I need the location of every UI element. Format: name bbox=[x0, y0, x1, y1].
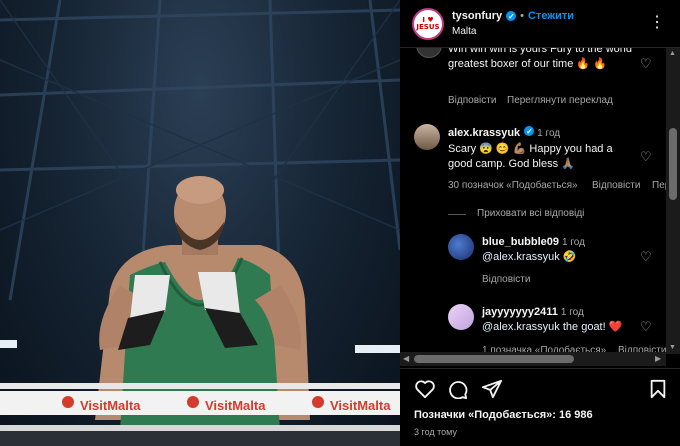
post-panel: I ♥ JESUS tysonfury • Стежити Malta ⋮ Wi… bbox=[400, 0, 680, 446]
boxer-photo: VisitMalta VisitMalta VisitMalta bbox=[0, 0, 400, 446]
separator-dot: • bbox=[520, 9, 524, 22]
reply-button[interactable]: Відповісти bbox=[482, 274, 530, 285]
header-text: tysonfury • Стежити Malta bbox=[452, 8, 574, 40]
save-icon[interactable] bbox=[649, 379, 667, 399]
comment-time: 1 год bbox=[537, 128, 561, 139]
comment-body: alex.krassyuk 1 год bbox=[448, 124, 638, 141]
banner-text-2: VisitMalta bbox=[205, 398, 266, 413]
like-heart-icon[interactable]: ♡ bbox=[640, 56, 652, 72]
verified-icon bbox=[506, 9, 517, 25]
translate-link[interactable]: Переглянути переклад bbox=[652, 180, 666, 191]
scroll-up-icon[interactable]: ▲ bbox=[669, 50, 676, 57]
post-photo[interactable]: VisitMalta VisitMalta VisitMalta bbox=[0, 0, 400, 446]
comments-list[interactable]: Win win win is yours Fury to the world g… bbox=[400, 48, 666, 354]
comment-time: 1 год bbox=[560, 307, 584, 318]
comment-text: Win win win is yours Fury to the world g… bbox=[448, 48, 632, 70]
reply-button[interactable]: Відповісти bbox=[448, 95, 496, 106]
reply-button[interactable]: Відповісти bbox=[592, 180, 640, 191]
replies-line bbox=[448, 214, 466, 215]
commenter-avatar[interactable] bbox=[448, 234, 474, 260]
author-username[interactable]: tysonfury bbox=[452, 8, 502, 24]
commenter-username[interactable]: jayyyyyyy2411 bbox=[482, 306, 558, 318]
like-heart-icon[interactable]: ♡ bbox=[640, 319, 652, 335]
comment-body: jayyyyyyy2411 1 год bbox=[482, 305, 652, 320]
commenter-avatar[interactable] bbox=[416, 48, 442, 58]
comment-time: 1 год bbox=[562, 237, 585, 248]
scroll-down-icon[interactable]: ▼ bbox=[669, 344, 676, 351]
like-heart-icon[interactable]: ♡ bbox=[640, 149, 652, 165]
commenter-avatar[interactable] bbox=[448, 304, 474, 330]
banner-text-1: VisitMalta bbox=[80, 398, 141, 413]
header-row: tysonfury • Стежити bbox=[452, 8, 574, 25]
commenter-avatar[interactable] bbox=[414, 124, 440, 150]
comment-body: blue_bubble09 1 год bbox=[482, 235, 642, 250]
commenter-username[interactable]: alex.krassyuk bbox=[448, 127, 520, 139]
share-icon[interactable] bbox=[481, 379, 503, 399]
more-options-icon[interactable]: ⋮ bbox=[649, 12, 666, 32]
location-link[interactable]: Malta bbox=[452, 24, 574, 40]
comment-text: Scary 😨 😊 💪🏽 Happy you had a good camp. … bbox=[448, 143, 613, 170]
like-icon[interactable] bbox=[414, 379, 436, 399]
post-likes-count[interactable]: Позначки «Подобається»: 16 986 bbox=[414, 409, 593, 421]
commenter-username[interactable]: blue_bubble09 bbox=[482, 236, 559, 248]
comment-text: @alex.krassyuk 🤣 bbox=[482, 251, 577, 263]
scroll-right-icon[interactable]: ▶ bbox=[655, 354, 661, 363]
comment-icon[interactable] bbox=[447, 379, 469, 399]
avatar-logo: I ♥ JESUS bbox=[416, 15, 440, 31]
scrollbar-thumb[interactable] bbox=[414, 355, 574, 363]
follow-button[interactable]: Стежити bbox=[528, 8, 574, 24]
post-time[interactable]: 3 год тому bbox=[414, 427, 457, 437]
hide-replies-button[interactable]: Приховати всі відповіді bbox=[477, 208, 584, 219]
horizontal-scrollbar[interactable]: ◀ ▶ bbox=[400, 352, 666, 366]
banner-text-3: VisitMalta bbox=[330, 398, 391, 413]
like-heart-icon[interactable]: ♡ bbox=[640, 249, 652, 265]
comment-text: @alex.krassyuk the goat! ❤️ bbox=[482, 321, 623, 333]
likes-count-link[interactable]: 30 позначок «Подобається» bbox=[448, 180, 578, 191]
scrollbar-thumb[interactable] bbox=[669, 128, 677, 200]
translate-link[interactable]: Переглянути переклад bbox=[507, 95, 613, 106]
scroll-left-icon[interactable]: ◀ bbox=[403, 354, 409, 363]
verified-icon bbox=[524, 124, 535, 139]
author-avatar[interactable]: I ♥ JESUS bbox=[412, 7, 444, 40]
post-header: I ♥ JESUS tysonfury • Стежити Malta ⋮ bbox=[400, 0, 680, 48]
vertical-scrollbar[interactable]: ▲ ▼ bbox=[666, 48, 680, 354]
action-bar: Позначки «Подобається»: 16 986 3 год том… bbox=[400, 368, 680, 446]
